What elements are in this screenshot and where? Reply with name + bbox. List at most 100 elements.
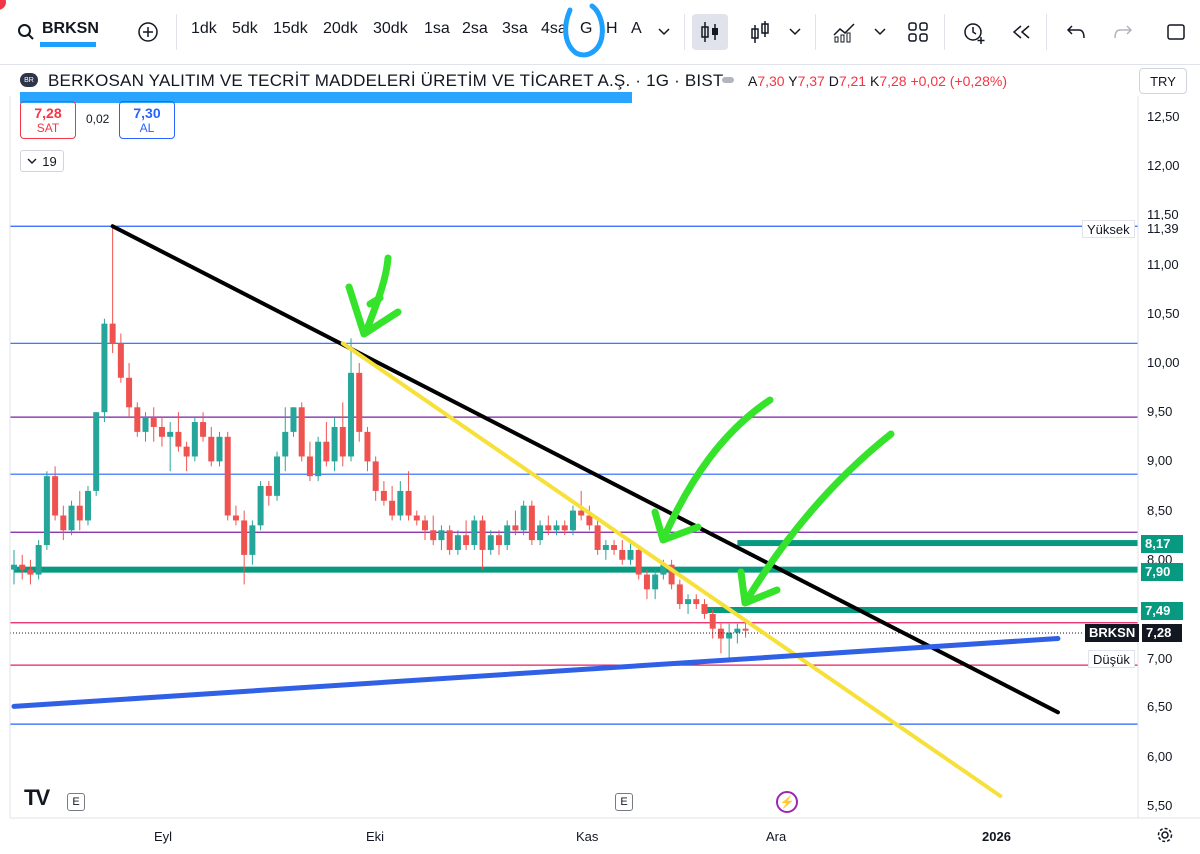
candle-body — [430, 530, 437, 541]
candle-body — [93, 412, 100, 491]
candle-body — [487, 535, 494, 550]
candle-body — [224, 436, 231, 516]
candle-body — [52, 476, 59, 516]
currency-selector[interactable]: TRY — [1139, 68, 1187, 94]
green-arrow-shaft — [744, 430, 895, 602]
candle-body — [537, 525, 544, 541]
candle-body — [454, 535, 461, 550]
buy-price: 7,30 — [133, 105, 161, 121]
open-label: A — [748, 73, 758, 89]
candle-body — [282, 431, 289, 457]
indicators-count: 19 — [42, 153, 57, 169]
earnings-event-icon[interactable]: E — [615, 793, 633, 811]
low-label: D — [828, 73, 839, 89]
level-tag: 7,90 — [1141, 563, 1183, 581]
candle-body — [117, 343, 124, 378]
candle-body — [578, 510, 585, 516]
candle-body — [479, 520, 486, 550]
candle-body — [216, 436, 223, 462]
candle-body — [76, 505, 83, 521]
candle-body — [323, 441, 330, 462]
candle-body — [208, 436, 215, 462]
candle-body — [191, 422, 198, 457]
green-arrow-shaft — [661, 396, 774, 539]
candle-body — [60, 515, 67, 531]
candle-body — [717, 628, 724, 639]
candle-body — [643, 574, 650, 590]
price-tick-label: 9,00 — [1147, 453, 1173, 469]
candle-body — [602, 545, 609, 550]
symbol-logo: BR — [20, 73, 38, 87]
close-value: 7,28 — [879, 73, 907, 89]
high-value: 7,37 — [797, 73, 825, 89]
ohlc-values: A7,30 Y7,37 D7,21 K7,28 +0,02 (+0,28%) — [748, 73, 1007, 89]
high-label-tag: Yüksek — [1082, 220, 1135, 238]
price-tick-label: 6,00 — [1147, 748, 1173, 764]
candle-body — [101, 323, 108, 413]
candle-body — [348, 372, 355, 457]
candle-body — [339, 426, 346, 457]
level-tag: 7,49 — [1141, 602, 1183, 620]
last-symbol-tag: BRKSN — [1085, 624, 1140, 642]
candle-body — [109, 323, 116, 344]
price-tick-label: 6,50 — [1147, 699, 1173, 715]
candle-body — [701, 604, 708, 614]
candle-body — [183, 446, 190, 457]
price-tick-label: 12,50 — [1147, 109, 1180, 124]
candle-body — [594, 525, 601, 550]
candle-body — [27, 569, 34, 575]
candle-body — [68, 505, 75, 531]
candle-body — [257, 486, 264, 526]
candle-body — [413, 515, 420, 521]
candle-body — [405, 490, 412, 516]
settings-gear-icon[interactable] — [1150, 820, 1180, 850]
black-trendline — [110, 224, 1060, 715]
support-resistance-zone — [737, 540, 1138, 547]
time-tick-label: Ara — [766, 829, 787, 844]
candle-body — [512, 525, 519, 531]
time-tick-label: 2026 — [982, 829, 1011, 844]
candle-body — [635, 549, 642, 575]
candle-body — [306, 456, 313, 477]
candle-body — [652, 574, 659, 590]
level-tag: 8,17 — [1141, 535, 1183, 553]
candle-body — [742, 628, 749, 631]
time-tick-label: Eki — [366, 829, 385, 844]
price-tick-label: 8,50 — [1147, 502, 1173, 518]
price-chart[interactable] — [0, 0, 1200, 854]
symbol-title[interactable]: BERKOSAN YALITIM VE TECRİT MADDELERİ ÜRE… — [48, 71, 723, 91]
indicators-toggle[interactable]: 19 — [20, 150, 64, 172]
title-highlight-mark — [20, 92, 632, 103]
candle-body — [504, 525, 511, 546]
candle-body — [627, 549, 634, 560]
candle-body — [463, 535, 470, 546]
candle-body — [315, 441, 322, 477]
candle-body — [11, 564, 17, 570]
candle-body — [380, 490, 387, 501]
candle-body — [422, 520, 428, 531]
market-status-icon — [722, 77, 734, 83]
earnings-event-icon[interactable]: E — [67, 793, 85, 811]
low-value: 7,21 — [838, 73, 867, 89]
candle-body — [265, 486, 272, 496]
candle-body — [167, 431, 174, 437]
last-price-tag: 7,28 — [1142, 624, 1182, 642]
candle-body — [241, 520, 248, 555]
low-label-tag: Düşük — [1088, 650, 1135, 668]
dividend-lightning-icon[interactable]: ⚡ — [776, 791, 798, 813]
candle-body — [709, 613, 716, 629]
candle-body — [569, 510, 576, 531]
candle-body — [495, 535, 502, 546]
candle-body — [175, 431, 182, 447]
candle-body — [446, 530, 453, 550]
candle-body — [676, 584, 683, 605]
candle-body — [397, 490, 404, 516]
candle-body — [298, 407, 305, 457]
tradingview-logo[interactable]: TV — [24, 785, 50, 811]
buy-button[interactable]: 7,30 AL — [119, 101, 175, 139]
blue-trendline — [11, 636, 1061, 709]
candle-body — [611, 545, 618, 550]
candle-body — [364, 431, 371, 462]
candle-body — [150, 417, 157, 427]
sell-button[interactable]: 7,28 SAT — [20, 101, 76, 139]
